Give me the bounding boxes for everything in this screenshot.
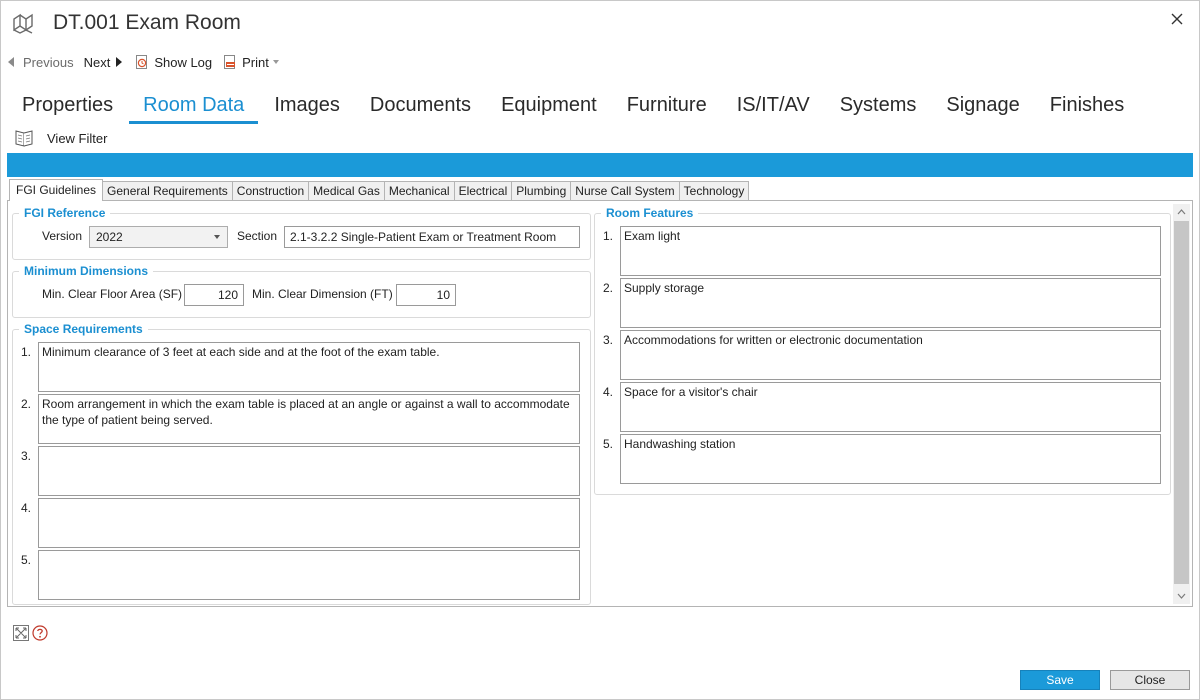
subtab-construction[interactable]: Construction: [231, 181, 310, 201]
help-button[interactable]: [32, 625, 48, 646]
room-feature-textarea[interactable]: Exam light: [620, 226, 1161, 276]
space-req-textarea[interactable]: [38, 498, 580, 548]
scroll-thumb[interactable]: [1174, 221, 1189, 584]
subtab-technology[interactable]: Technology: [678, 181, 750, 201]
tab-signage[interactable]: Signage: [932, 90, 1033, 124]
room-feature-number: 2.: [603, 281, 614, 295]
space-req-textarea[interactable]: [38, 446, 580, 496]
previous-label: Previous: [23, 54, 74, 70]
show-log-label: Show Log: [154, 54, 213, 70]
chevron-down-icon: [272, 60, 279, 64]
room-feature-number: 5.: [603, 437, 614, 451]
subtab-nurse-call-system[interactable]: Nurse Call System: [570, 181, 680, 201]
close-button[interactable]: Close: [1110, 670, 1190, 690]
space-req-number: 3.: [21, 449, 32, 463]
previous-button[interactable]: Previous: [8, 55, 74, 70]
fgi-reference-title: FGI Reference: [19, 206, 111, 220]
subtab-mechanical[interactable]: Mechanical: [383, 181, 455, 201]
scroll-down-icon[interactable]: [1173, 588, 1190, 604]
room-feature-number: 1.: [603, 229, 614, 243]
section-field[interactable]: 2.1-3.2.2 Single-Patient Exam or Treatme…: [284, 226, 580, 248]
tab-furniture[interactable]: Furniture: [613, 90, 721, 124]
subtab-medical-gas[interactable]: Medical Gas: [308, 181, 385, 201]
floor-area-field[interactable]: 120: [184, 284, 244, 306]
space-req-textarea[interactable]: Room arrangement in which the exam table…: [38, 394, 580, 444]
space-req-number: 2.: [21, 397, 32, 411]
room-feature-textarea[interactable]: Accommodations for written or electronic…: [620, 330, 1161, 380]
save-button[interactable]: Save: [1020, 670, 1100, 690]
tab-images[interactable]: Images: [260, 90, 354, 124]
previous-arrow-icon: [8, 57, 14, 67]
view-filter-icon: [15, 130, 33, 147]
space-req-textarea[interactable]: Minimum clearance of 3 feet at each side…: [38, 342, 580, 392]
subtab-general-requirements[interactable]: General Requirements: [102, 181, 233, 201]
room-feature-textarea[interactable]: Handwashing station: [620, 434, 1161, 484]
room-feature-number: 3.: [603, 333, 614, 347]
next-label: Next: [83, 54, 111, 70]
floor-area-label: Min. Clear Floor Area (SF): [42, 287, 183, 301]
tab-documents[interactable]: Documents: [356, 90, 485, 124]
expand-button[interactable]: [13, 625, 29, 646]
chevron-down-icon: [214, 235, 220, 239]
tab-room-data[interactable]: Room Data: [129, 90, 259, 124]
version-select[interactable]: 2022: [89, 226, 228, 248]
room-feature-textarea[interactable]: Space for a visitor's chair: [620, 382, 1161, 432]
view-filter-button[interactable]: View Filter: [14, 128, 107, 148]
version-value: 2022: [96, 230, 123, 244]
version-label: Version: [42, 229, 83, 243]
min-dimensions-title: Minimum Dimensions: [19, 264, 154, 278]
section-label: Section: [237, 229, 278, 243]
space-req-number: 4.: [21, 501, 32, 515]
room-features-title: Room Features: [601, 206, 699, 220]
tab-properties[interactable]: Properties: [8, 90, 127, 124]
tab-finishes[interactable]: Finishes: [1036, 90, 1138, 124]
subtab-electrical[interactable]: Electrical: [453, 181, 513, 201]
tab-systems[interactable]: Systems: [826, 90, 931, 124]
view-filter-label: View Filter: [47, 130, 108, 146]
bottom-icons: [13, 625, 48, 646]
space-req-number: 1.: [21, 345, 32, 359]
close-icon[interactable]: [1166, 8, 1188, 30]
print-button[interactable]: Print: [222, 54, 279, 70]
room-feature-number: 4.: [603, 385, 614, 399]
clear-dimension-field[interactable]: 10: [396, 284, 456, 306]
app-logo-icon: [13, 13, 33, 34]
show-log-icon: [136, 55, 148, 69]
main-tabs: Properties Room Data Images Documents Eq…: [8, 90, 1140, 124]
print-label: Print: [242, 54, 269, 70]
help-icon: [32, 625, 48, 641]
space-req-textarea[interactable]: [38, 550, 580, 600]
print-icon: [224, 55, 236, 69]
subtab-plumbing[interactable]: Plumbing: [511, 181, 572, 201]
vertical-scrollbar[interactable]: [1173, 204, 1190, 604]
space-req-number: 5.: [21, 553, 32, 567]
clear-dimension-label: Min. Clear Dimension (FT): [252, 287, 393, 301]
expand-icon: [13, 625, 29, 641]
sub-tabs: FGI Guidelines General Requirements Cons…: [9, 179, 750, 201]
accent-bar: [7, 153, 1193, 177]
next-button[interactable]: Next: [84, 55, 123, 70]
toolbar: Previous Next Show Log Print: [8, 52, 289, 72]
scroll-up-icon[interactable]: [1173, 204, 1190, 220]
window-title: DT.001 Exam Room: [53, 11, 241, 34]
tab-is-it-av[interactable]: IS/IT/AV: [723, 90, 824, 124]
show-log-button[interactable]: Show Log: [134, 54, 212, 70]
room-feature-textarea[interactable]: Supply storage: [620, 278, 1161, 328]
tab-equipment[interactable]: Equipment: [487, 90, 611, 124]
subtab-fgi-guidelines[interactable]: FGI Guidelines: [9, 179, 104, 201]
next-arrow-icon: [116, 57, 123, 67]
space-requirements-title: Space Requirements: [19, 322, 148, 336]
